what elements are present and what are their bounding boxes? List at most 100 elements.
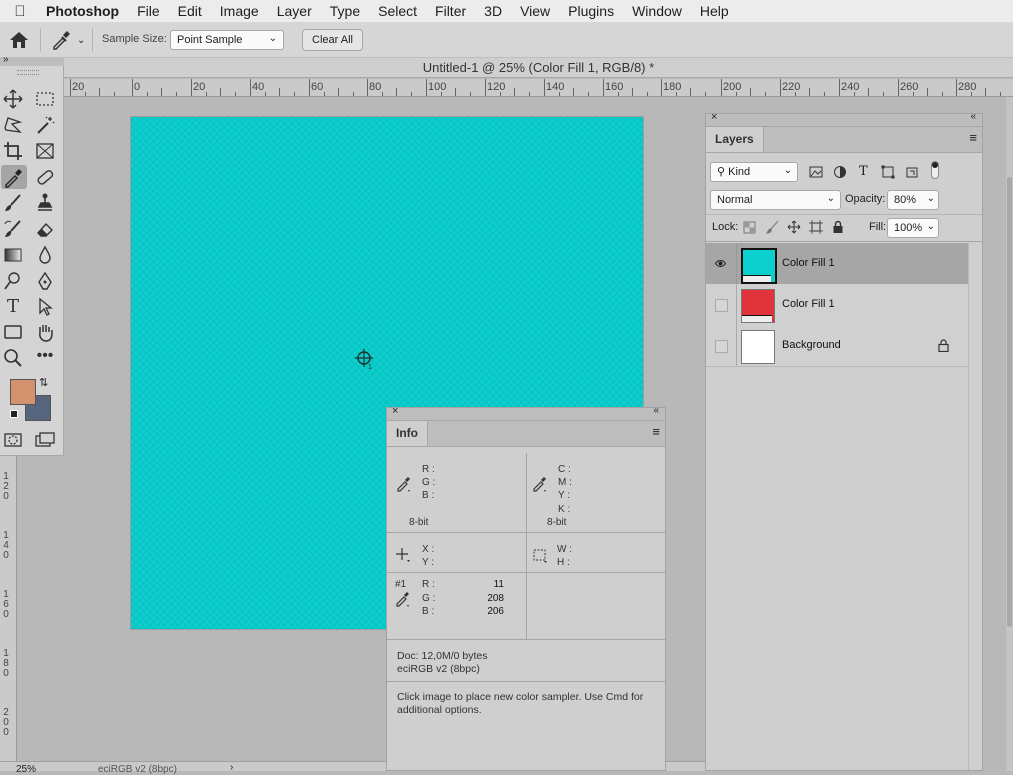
preset-chevron-down-icon[interactable]: ⌄ (77, 35, 85, 46)
rectangle-tool-icon[interactable] (2, 321, 24, 343)
close-icon[interactable]: × (392, 405, 398, 417)
screen-mode-icon[interactable] (34, 429, 56, 451)
eraser-tool-icon[interactable] (34, 218, 56, 240)
tab-layers[interactable]: Layers (706, 127, 764, 152)
menu-photoshop[interactable]: Photoshop (40, 0, 128, 22)
filter-type-icon[interactable]: T (859, 164, 868, 179)
menu-type[interactable]: Type (321, 0, 369, 22)
swap-colors-icon[interactable]: ⇅ (39, 376, 48, 389)
close-icon[interactable]: × (711, 111, 717, 123)
more-tools-icon[interactable]: ••• (34, 347, 56, 369)
foreground-color-swatch-front[interactable] (10, 379, 36, 405)
blur-tool-icon[interactable] (34, 244, 56, 266)
frame-tool-icon[interactable] (34, 140, 56, 162)
panel-menu-icon[interactable]: ≡ (652, 424, 660, 439)
history-brush-tool-icon[interactable] (2, 218, 24, 240)
zoom-level[interactable]: 25% (16, 764, 36, 775)
pen-tool-icon[interactable] (34, 270, 56, 292)
layer-name[interactable]: Color Fill 1 (782, 298, 835, 310)
panel-menu-icon[interactable]: ≡ (969, 130, 977, 145)
magic-wand-tool-icon[interactable] (34, 114, 56, 136)
lock-all-icon[interactable] (832, 220, 844, 234)
layer-name[interactable]: Color Fill 1 (782, 257, 835, 269)
quick-mask-icon[interactable] (2, 429, 24, 451)
eyedropper-preset-icon[interactable] (50, 29, 72, 51)
menu-edit[interactable]: Edit (169, 0, 211, 22)
collapse-icon[interactable]: » (3, 54, 9, 65)
layer-row[interactable]: Background (706, 325, 968, 367)
filter-smart-object-icon[interactable] (905, 165, 919, 179)
grip-icon[interactable] (17, 70, 39, 75)
tools-panel-header[interactable]: » (0, 54, 64, 66)
menu-file[interactable]: File (128, 0, 169, 22)
marquee-tool-icon[interactable] (34, 88, 56, 110)
menu-help[interactable]: Help (691, 0, 738, 22)
healing-brush-tool-icon[interactable] (34, 166, 56, 188)
ruler-minor-tick (440, 92, 442, 96)
layers-panel-header[interactable]: × « (706, 111, 982, 127)
layer-row[interactable]: Color Fill 1 (706, 284, 968, 326)
document-tab-title[interactable]: Untitled-1 @ 25% (Color Fill 1, RGB/8) * (64, 58, 1013, 78)
layer-thumbnail[interactable] (741, 248, 777, 284)
menu-select[interactable]: Select (369, 0, 426, 22)
eyedropper-icon[interactable] (396, 475, 412, 493)
ruler-label: 1 6 0 (3, 589, 9, 620)
vertical-ruler[interactable]: 1 2 0 1 4 0 1 6 0 1 8 0 2 0 0 (0, 456, 17, 761)
collapse-icon[interactable]: « (970, 111, 976, 122)
lock-image-pixels-icon[interactable] (766, 220, 780, 234)
vertical-scrollbar[interactable] (1006, 97, 1013, 771)
gradient-tool-icon[interactable] (2, 244, 24, 266)
lasso-tool-icon[interactable] (2, 114, 24, 136)
scrollbar-thumb[interactable] (1007, 177, 1012, 627)
crop-tool-icon[interactable] (2, 140, 24, 162)
dodge-tool-icon[interactable] (2, 270, 24, 292)
color-sampler-marker-icon[interactable]: 1 (353, 347, 377, 371)
layer-row[interactable]: Color Fill 1 (706, 243, 968, 285)
sample-size-select[interactable]: Point Sample ⌄ (170, 30, 284, 50)
layer-filter-kind-select[interactable]: ⚲ Kind ⌄ (710, 162, 798, 182)
ruler-minor-tick (161, 88, 163, 96)
path-selection-tool-icon[interactable] (34, 296, 56, 318)
filter-pixel-icon[interactable] (809, 165, 823, 179)
filter-shape-icon[interactable] (881, 165, 895, 179)
layer-name[interactable]: Background (782, 339, 841, 351)
tab-info[interactable]: Info (387, 421, 428, 446)
horizontal-ruler[interactable]: 20 0 20 40 60 80 100 120 140 160 180 200 220 240 260 28… (64, 79, 1013, 97)
home-icon[interactable] (8, 30, 30, 50)
menu-window[interactable]: Window (623, 0, 691, 22)
info-panel-header[interactable]: × « (387, 405, 665, 421)
menu-plugins[interactable]: Plugins (559, 0, 623, 22)
zoom-tool-icon[interactable] (2, 347, 24, 369)
apple-logo-icon[interactable]:  (0, 3, 40, 20)
visibility-eye-icon[interactable] (715, 258, 726, 269)
opacity-input[interactable]: 80% ⌄ (887, 190, 939, 210)
hand-tool-icon[interactable] (34, 321, 56, 343)
brush-tool-icon[interactable] (2, 192, 24, 214)
lock-artboard-icon[interactable] (809, 220, 823, 234)
menu-3d[interactable]: 3D (475, 0, 511, 22)
menu-view[interactable]: View (511, 0, 559, 22)
filter-toggle-switch[interactable] (931, 161, 939, 179)
lock-position-icon[interactable] (787, 220, 801, 234)
fill-input[interactable]: 100% ⌄ (887, 218, 939, 238)
move-tool-icon[interactable] (2, 88, 24, 110)
status-chevron-icon[interactable]: › (230, 762, 233, 773)
lock-transparent-pixels-icon[interactable] (743, 221, 756, 234)
menu-filter[interactable]: Filter (426, 0, 475, 22)
layer-thumbnail[interactable] (741, 289, 775, 323)
default-colors-icon[interactable] (10, 410, 18, 418)
type-tool-icon[interactable]: T (2, 296, 24, 318)
filter-adjustment-icon[interactable] (833, 165, 847, 179)
eyedropper-icon[interactable] (532, 475, 548, 493)
menu-layer[interactable]: Layer (268, 0, 321, 22)
collapse-icon[interactable]: « (653, 405, 659, 416)
layer-thumbnail[interactable] (741, 330, 775, 364)
clear-all-button[interactable]: Clear All (302, 29, 363, 51)
visibility-toggle-off[interactable] (715, 340, 728, 353)
visibility-toggle-off[interactable] (715, 299, 728, 312)
clone-stamp-tool-icon[interactable] (34, 192, 56, 214)
menu-image[interactable]: Image (211, 0, 268, 22)
blend-mode-select[interactable]: Normal ⌄ (710, 190, 841, 210)
sampler-eyedropper-icon[interactable] (395, 590, 411, 608)
eyedropper-tool-icon[interactable] (1, 165, 27, 189)
